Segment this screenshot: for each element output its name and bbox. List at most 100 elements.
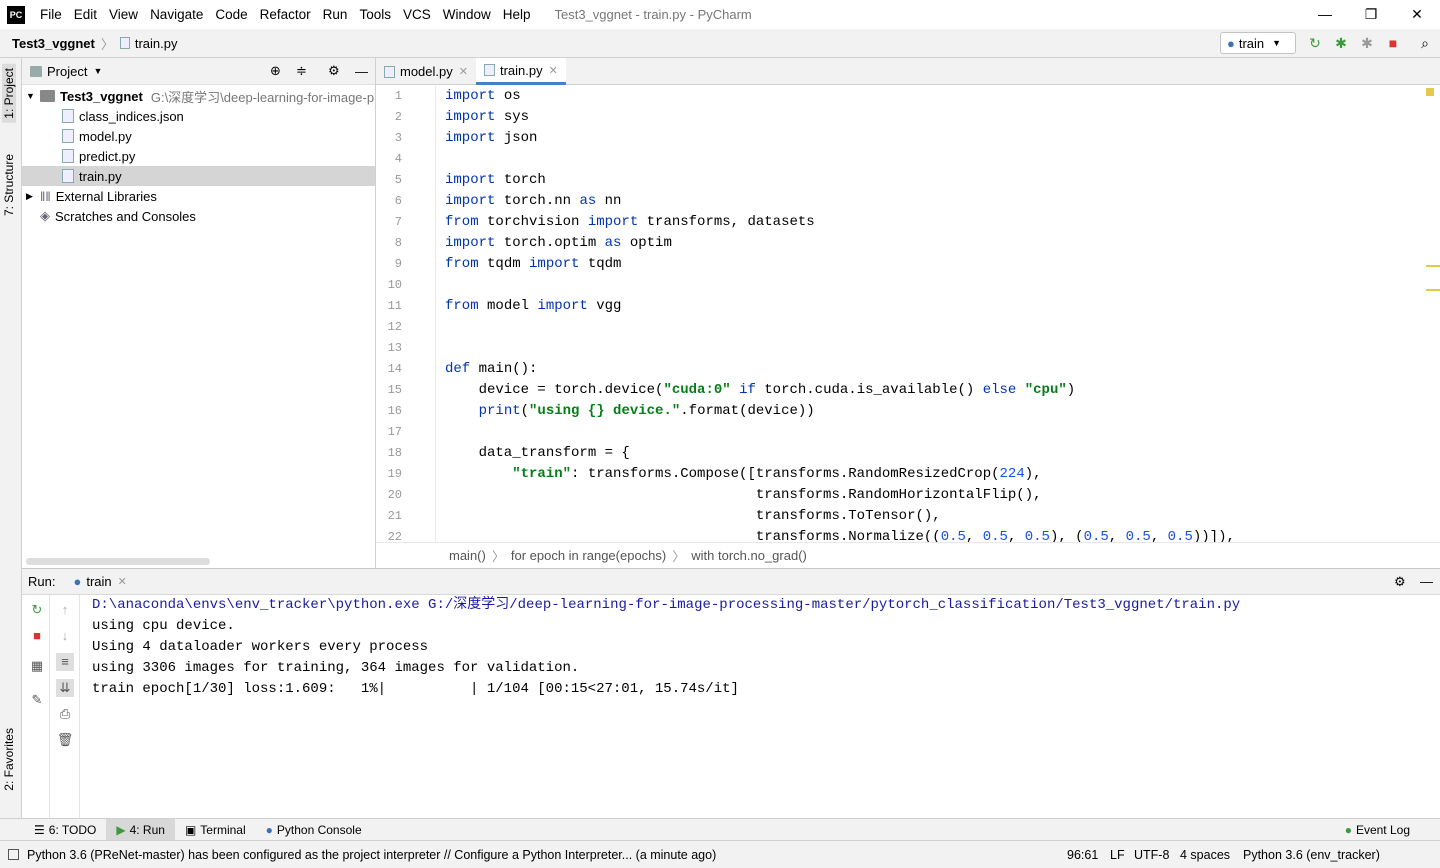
soft-wrap-icon[interactable]: ≡ — [56, 653, 74, 671]
tree-root[interactable]: ▼ Test3_vggnet G:\深度学习\deep-learning-for… — [22, 86, 375, 106]
python-icon: ● — [1227, 35, 1235, 51]
tab-todo[interactable]: ☰ 6: TODO — [24, 819, 106, 841]
up-arrow-icon[interactable]: ↑ — [56, 601, 74, 619]
scratches-label: Scratches and Consoles — [55, 208, 196, 224]
status-message[interactable]: Python 3.6 (PReNet-master) has been conf… — [27, 848, 716, 862]
close-icon[interactable]: ✕ — [459, 65, 468, 78]
down-arrow-icon[interactable]: ↓ — [56, 627, 74, 645]
close-icon[interactable]: ✕ — [549, 64, 558, 77]
menu-refactor[interactable]: Refactor — [254, 7, 317, 22]
warning-mark[interactable] — [1426, 88, 1434, 96]
menu-window[interactable]: Window — [437, 7, 497, 22]
menu-run[interactable]: Run — [317, 7, 354, 22]
console-line: train epoch[1/30] loss:1.609: 1%| | 1/10… — [92, 681, 739, 697]
tab-project[interactable]: 1: Project — [2, 64, 16, 123]
error-stripe[interactable] — [1404, 86, 1440, 542]
scroll-to-end-icon[interactable]: ⇊ — [56, 679, 74, 697]
python-file-icon — [119, 37, 130, 49]
cursor-position[interactable]: 96:61 — [1067, 848, 1098, 862]
navigation-bar: Test3_vggnet 〉 train.py ● train ▼ ↻ ✱ ✱ … — [0, 29, 1440, 58]
breadcrumb-item[interactable]: for epoch in range(epochs) — [511, 548, 666, 563]
run-icon[interactable]: ↻ — [1306, 34, 1324, 52]
project-panel-title[interactable]: Project — [47, 64, 87, 79]
hide-icon[interactable]: — — [1420, 574, 1433, 589]
warning-mark[interactable] — [1426, 265, 1440, 267]
tree-root-name: Test3_vggnet — [60, 88, 143, 104]
python-file-icon — [384, 65, 395, 78]
breadcrumb-separator-icon: 〉 — [100, 36, 114, 52]
python-interpreter[interactable]: Python 3.6 (env_tracker) — [1243, 848, 1380, 862]
print-icon[interactable]: ⎙ — [56, 705, 74, 723]
layout-icon[interactable]: ▦ — [28, 657, 46, 675]
menu-navigate[interactable]: Navigate — [144, 7, 209, 22]
menu-file[interactable]: File — [34, 7, 68, 22]
breadcrumb-item[interactable]: main() — [449, 548, 486, 563]
tab-terminal[interactable]: ▣ Terminal — [175, 819, 256, 841]
stop-icon[interactable]: ■ — [28, 627, 46, 645]
tree-external-libraries[interactable]: ▶ ‖‖ External Libraries — [22, 186, 375, 206]
pin-icon[interactable]: ✎ — [28, 691, 46, 709]
trash-icon[interactable]: 🗑 — [56, 731, 74, 749]
stop-icon[interactable]: ■ — [1384, 34, 1402, 52]
rerun-icon[interactable]: ↻ — [28, 601, 46, 619]
tab-train-py[interactable]: train.py ✕ — [475, 58, 566, 85]
maximize-button[interactable]: ❐ — [1348, 0, 1394, 29]
warning-mark[interactable] — [1426, 289, 1440, 291]
run-tab[interactable]: train — [86, 574, 111, 589]
locate-icon[interactable]: ⊕ — [270, 63, 281, 79]
run-panel-label: Run: — [28, 574, 56, 589]
menu-code[interactable]: Code — [209, 7, 253, 22]
run-panel: Run: ● train ✕ ⚙ — ↻ ■ ▦ ✎ ↑ ↓ ≡ ⇊ ⎙ 🗑 D… — [22, 568, 1440, 819]
tab-structure[interactable]: 7: Structure — [2, 154, 16, 216]
menu-view[interactable]: View — [103, 7, 144, 22]
menu-tools[interactable]: Tools — [353, 7, 397, 22]
horizontal-scrollbar[interactable] — [26, 558, 210, 565]
menu-help[interactable]: Help — [497, 7, 537, 22]
breadcrumb-separator-icon: 〉 — [491, 549, 505, 564]
chevron-down-icon[interactable]: ▼ — [93, 66, 102, 76]
breadcrumb-item[interactable]: with torch.no_grad() — [691, 548, 807, 563]
breadcrumb-file[interactable]: train.py — [135, 36, 178, 51]
breadcrumb-project[interactable]: Test3_vggnet — [12, 36, 95, 51]
search-icon[interactable]: ⌕ — [1416, 34, 1434, 52]
tab-run[interactable]: ▶ 4: Run — [106, 818, 175, 841]
tab-model-py[interactable]: model.py ✕ — [376, 58, 476, 85]
status-toggle-icon[interactable] — [8, 849, 19, 860]
hide-icon[interactable]: — — [355, 64, 368, 79]
line-separator[interactable]: LF — [1110, 848, 1125, 862]
collapse-icon[interactable]: ≑ — [296, 63, 307, 79]
run-config-label: train — [1238, 35, 1265, 51]
tab-label: model.py — [400, 64, 453, 79]
menu-edit[interactable]: Edit — [68, 7, 103, 22]
indent-setting[interactable]: 4 spaces — [1180, 848, 1230, 862]
python-icon: ● — [265, 822, 273, 837]
close-button[interactable]: ✕ — [1394, 0, 1440, 29]
gear-icon[interactable]: ⚙ — [1394, 574, 1406, 590]
debug-icon[interactable]: ✱ — [1332, 34, 1350, 52]
tree-file-selected[interactable]: train.py — [22, 166, 375, 186]
pycharm-logo-icon: PC — [7, 5, 25, 24]
gear-icon[interactable]: ⚙ — [328, 63, 340, 79]
menu-bar: PC File Edit View Navigate Code Refactor… — [0, 0, 1440, 29]
run-config-select[interactable]: ● train ▼ — [1220, 32, 1296, 54]
tree-file[interactable]: model.py — [22, 126, 375, 146]
python-file-icon — [62, 169, 74, 183]
minimize-button[interactable]: — — [1302, 0, 1348, 29]
tree-file[interactable]: class_indices.json — [22, 106, 375, 126]
menu-vcs[interactable]: VCS — [397, 7, 437, 22]
python-icon: ● — [73, 574, 82, 589]
left-tool-strip: 1: Project 7: Structure 2: Favorites — [0, 58, 22, 818]
tree-file[interactable]: predict.py — [22, 146, 375, 166]
tree-scratches[interactable]: ◈ Scratches and Consoles — [22, 206, 375, 226]
folder-icon — [40, 90, 55, 102]
coverage-icon[interactable]: ✱ — [1358, 34, 1376, 52]
tab-python-console[interactable]: ● Python Console — [256, 819, 372, 841]
code-area[interactable]: import os import sys import json import … — [376, 86, 1404, 542]
tab-event-log[interactable]: ● Event Log — [1335, 819, 1420, 841]
expand-arrow-icon: ▼ — [26, 91, 35, 101]
close-icon[interactable]: ✕ — [118, 575, 127, 588]
window-title: Test3_vggnet - train.py - PyCharm — [554, 7, 752, 22]
file-encoding[interactable]: UTF-8 — [1134, 848, 1169, 862]
tab-favorites[interactable]: 2: Favorites — [2, 728, 16, 791]
list-icon: ☰ — [34, 822, 45, 837]
